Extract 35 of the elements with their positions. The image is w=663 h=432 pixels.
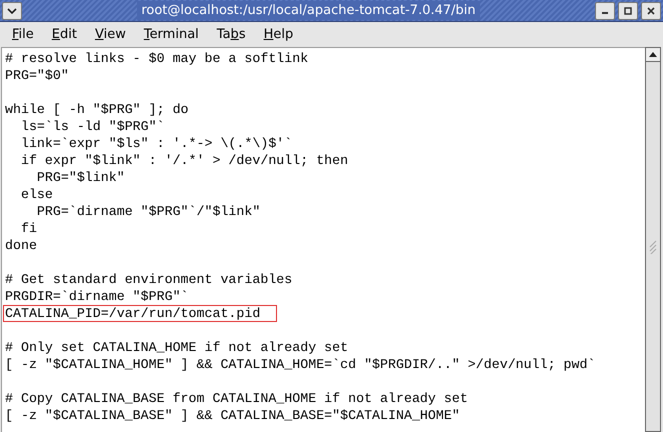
code-line: PRG=`dirname "$PRG"`/"$link" (36, 203, 260, 220)
code-line: link=`expr "$ls" : '.*-> \(.*\)$'` (20, 135, 292, 152)
code-line: PRGDIR=`dirname "$PRG"` (5, 288, 189, 305)
maximize-icon (624, 6, 632, 14)
menu-item[interactable]: File (4, 24, 42, 46)
menu-item[interactable]: Edit (44, 24, 85, 46)
menu-item[interactable]: Help (256, 24, 302, 46)
code-line: done (5, 237, 37, 254)
window-title: root@localhost:/usr/local/apache-tomcat-7.0.47/bin (137, 0, 480, 20)
scroll-thumb[interactable] (646, 62, 660, 431)
code-line: # Copy CATALINA_BASE from CATALINA_HOME if not already set (5, 390, 468, 407)
maximize-button[interactable] (618, 2, 638, 20)
code-line: # resolve links - $0 may be a softlink (5, 50, 308, 67)
grip-icon (649, 240, 657, 254)
window-menu-button[interactable] (2, 2, 22, 20)
minimize-button[interactable] (595, 2, 615, 20)
code-line: [ -z "$CATALINA_HOME" ] && CATALINA_HOME=`cd "$PRGDIR/.." >/dev/null; pwd` (5, 356, 596, 373)
code-line: PRG="$0" (5, 67, 69, 84)
scroll-up-button[interactable] (646, 48, 660, 62)
menu-item[interactable]: View (86, 24, 134, 46)
code-line: if expr "$link" : '/.*' > /dev/null; then (20, 152, 348, 169)
menu-item[interactable]: Terminal (136, 24, 207, 46)
code-line: # Only set CATALINA_HOME if not already set (5, 339, 348, 356)
code-line: [ -z "$CATALINA_BASE" ] && CATALINA_BASE="$CATALINA_HOME" (5, 407, 460, 424)
code-line: # Get standard environment variables (5, 271, 292, 288)
chevron-down-icon (7, 8, 17, 14)
arrow-up-icon (649, 52, 657, 57)
code-line: fi (20, 220, 37, 237)
code-line: while [ -h "$PRG" ]; do (5, 101, 189, 118)
menu-item[interactable]: Tabs (208, 24, 254, 46)
close-button[interactable] (641, 2, 661, 20)
code-line: ls=`ls -ld "$PRG"` (20, 118, 165, 135)
close-icon (647, 6, 655, 14)
code-line: else (20, 186, 53, 203)
code-line: PRG="$link" (36, 169, 125, 186)
